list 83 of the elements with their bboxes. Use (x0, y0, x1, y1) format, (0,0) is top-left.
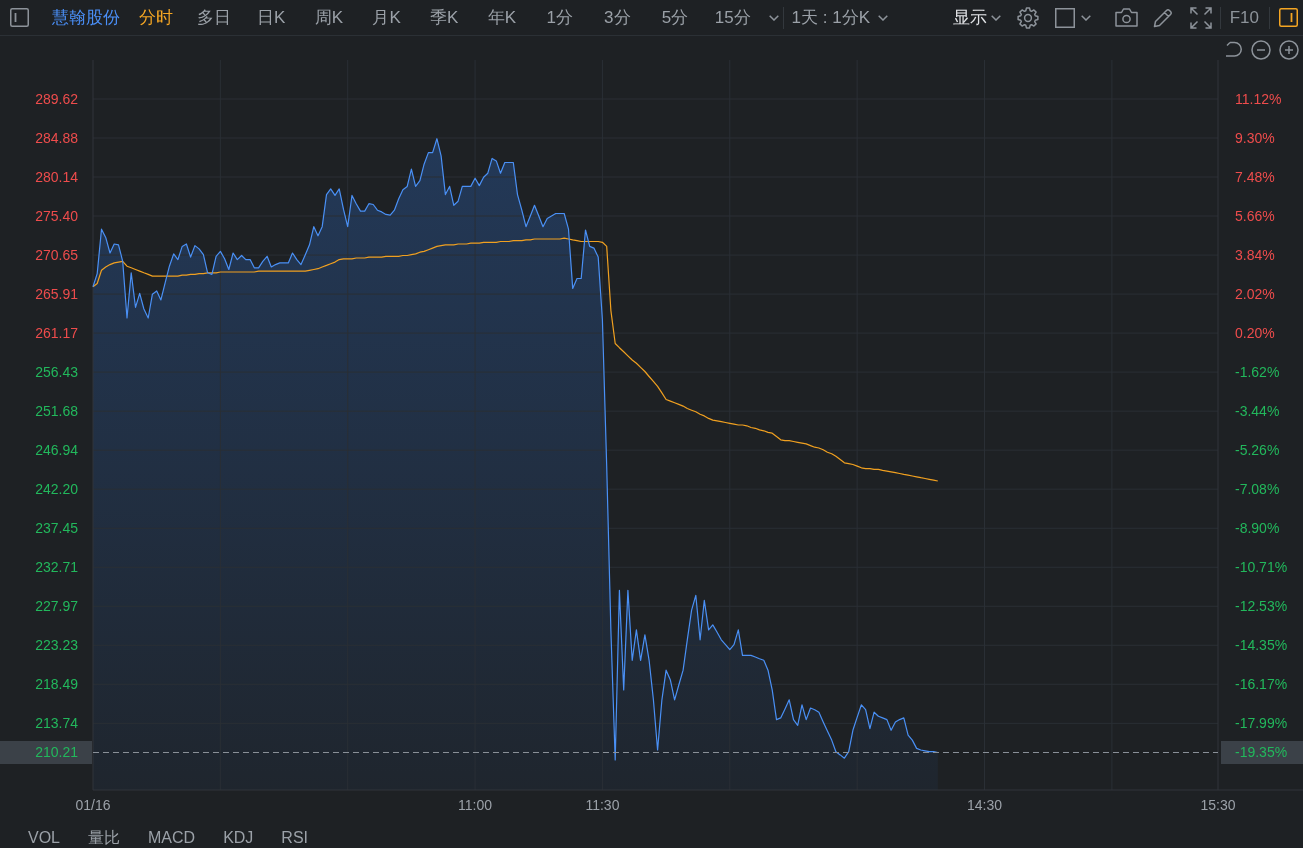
percent-axis-label: -5.26% (1235, 441, 1280, 460)
percent-axis-label: -1.62% (1235, 363, 1280, 382)
period-tab[interactable]: 季K (415, 6, 474, 29)
minus-circle-icon (1251, 40, 1271, 60)
period-tab[interactable]: 周K (300, 6, 358, 29)
percent-axis-label: -12.53% (1235, 597, 1288, 616)
undo-icon (1223, 40, 1243, 60)
square-icon (1054, 7, 1075, 28)
fullscreen-icon (1189, 6, 1212, 29)
indicator-tab[interactable]: RSI (281, 828, 309, 848)
indicator-tab[interactable]: KDJ (223, 828, 254, 848)
camera-icon (1114, 8, 1138, 27)
period-tab[interactable]: 15分 (703, 6, 762, 29)
price-axis-label: 223.23 (34, 636, 78, 655)
period-tab[interactable]: 分时 (127, 6, 185, 29)
percent-axis-label: -10.71% (1235, 558, 1288, 577)
time-axis-label: 01/16 (75, 796, 111, 814)
display-menu-button[interactable]: 显示 (952, 6, 1001, 29)
period-tab[interactable]: 5分 (646, 6, 704, 29)
price-axis-label: 256.43 (34, 363, 78, 382)
price-axis-label: 280.14 (34, 168, 78, 186)
price-axis-label: 284.88 (34, 129, 78, 147)
percent-axis-label: -7.08% (1235, 480, 1280, 499)
price-axis-label: 237.45 (34, 519, 78, 538)
percent-axis-label: 11.12% (1235, 90, 1282, 108)
period-tab[interactable]: 3分 (588, 6, 647, 29)
sidebar-toggle[interactable] (1279, 8, 1298, 27)
price-axis-label: 251.68 (34, 402, 78, 421)
draw-button[interactable] (1152, 7, 1173, 28)
time-axis-label: 14:30 (967, 796, 1002, 814)
time-axis-label: 15:30 (1200, 796, 1236, 814)
square-dropdown-button[interactable] (1054, 7, 1091, 28)
price-axis-label: 289.62 (34, 90, 78, 108)
time-axis-label: 11:30 (585, 796, 620, 814)
period-tab[interactable]: 多日 (184, 6, 243, 29)
percent-axis-label: 5.66% (1235, 207, 1275, 225)
price-axis-label: 213.74 (34, 714, 78, 733)
reset-button[interactable] (1223, 40, 1243, 60)
percent-axis-label: 0.20% (1235, 324, 1275, 343)
price-axis-label: 261.17 (34, 324, 78, 343)
price-axis-label: 218.49 (34, 675, 78, 694)
price-axis-label: 232.71 (34, 558, 78, 577)
price-axis-label: 242.20 (34, 480, 78, 499)
stock-name-link[interactable]: 慧翰股份 (52, 6, 127, 29)
change-percent-tag: -19.35% (1221, 741, 1303, 764)
percent-axis-label: -17.99% (1235, 714, 1288, 733)
percent-axis-label: -8.90% (1235, 519, 1280, 538)
price-axis-label: 227.97 (34, 597, 78, 616)
indicator-tab[interactable]: 量比 (88, 828, 120, 848)
price-axis-label: 246.94 (34, 441, 78, 460)
time-axis-label: 11:00 (458, 796, 493, 814)
percent-axis-label: -3.44% (1235, 402, 1280, 421)
plus-circle-icon (1279, 40, 1299, 60)
chevron-down-icon (878, 14, 888, 21)
f10-button[interactable]: F10 (1229, 6, 1259, 29)
price-axis-label: 275.40 (34, 207, 78, 225)
range-dropdown[interactable]: 1天 : 1分K (791, 6, 888, 29)
percent-axis-label: -16.17% (1235, 675, 1288, 694)
pencil-icon (1152, 7, 1173, 28)
indicator-tab[interactable]: VOL (28, 828, 60, 848)
screenshot-button[interactable] (1114, 8, 1138, 27)
sidebar-toggle[interactable] (10, 8, 29, 27)
percent-axis-label: 3.84% (1235, 246, 1275, 265)
percent-axis-label: -14.35% (1235, 636, 1288, 655)
percent-axis-label: 2.02% (1235, 285, 1275, 304)
indicator-tab[interactable]: MACD (148, 828, 196, 848)
period-tab[interactable]: 月K (357, 6, 416, 29)
fullscreen-button[interactable] (1189, 6, 1212, 29)
period-tab[interactable]: 日K (242, 6, 301, 29)
percent-axis-label: 7.48% (1235, 168, 1275, 186)
chevron-down-icon (768, 14, 779, 21)
chevron-down-icon (990, 14, 1001, 21)
price-axis-label: 265.91 (34, 285, 78, 304)
period-tab[interactable]: 年K (473, 6, 531, 29)
chevron-down-icon (1080, 14, 1091, 21)
zoom-out-button[interactable] (1251, 40, 1271, 60)
period-tab[interactable]: 1分 (530, 6, 589, 29)
gear-icon (1016, 6, 1039, 29)
current-price-tag: 210.21 (0, 741, 92, 764)
zoom-in-button[interactable] (1279, 40, 1299, 60)
settings-button[interactable] (1016, 6, 1039, 29)
price-axis-label: 270.65 (34, 246, 78, 265)
percent-axis-label: 9.30% (1235, 129, 1275, 147)
